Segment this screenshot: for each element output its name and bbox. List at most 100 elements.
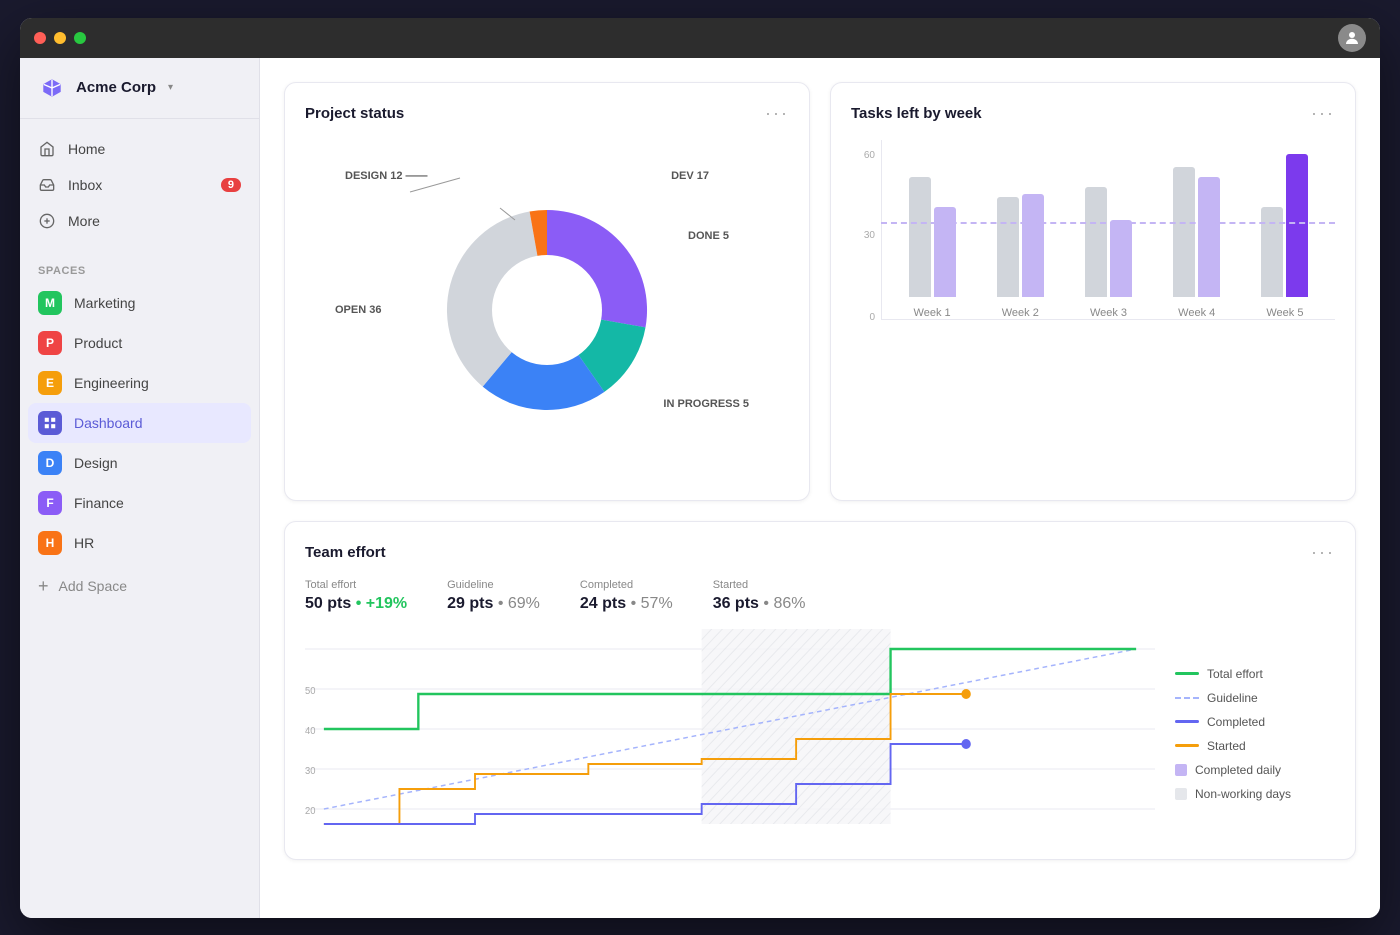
sidebar-item-marketing[interactable]: M Marketing xyxy=(20,283,259,323)
legend-completed-daily: Completed daily xyxy=(1175,763,1335,777)
legend-label-nonwork: Non-working days xyxy=(1195,787,1291,801)
engineering-label: Engineering xyxy=(74,375,149,391)
week3-label: Week 3 xyxy=(1090,307,1127,319)
bar-week3-gray xyxy=(1085,187,1107,297)
dashboard-icon xyxy=(38,411,62,435)
plus-icon: + xyxy=(38,577,49,595)
spaces-list: M Marketing P Product E Engineering Dash… xyxy=(20,283,259,563)
sidebar-logo xyxy=(38,74,66,102)
metric-pct-total: • +19% xyxy=(356,595,407,612)
chart-with-legend: 20 30 40 50 xyxy=(305,629,1335,839)
bar-group-week5: Week 5 xyxy=(1245,137,1325,319)
legend-dash-guide xyxy=(1175,697,1199,699)
sidebar-item-engineering[interactable]: E Engineering xyxy=(20,363,259,403)
metric-pct-completed: • 57% xyxy=(631,595,673,612)
bar-week2-gray xyxy=(997,197,1019,297)
sidebar-item-home[interactable]: Home xyxy=(20,131,259,167)
project-status-menu[interactable]: ··· xyxy=(765,103,789,124)
y-label-0: 0 xyxy=(851,312,875,323)
legend-line-started xyxy=(1175,744,1199,747)
sidebar-nav: Home Inbox 9 More xyxy=(20,119,259,251)
avatar[interactable] xyxy=(1338,24,1366,52)
bar-week4-purple xyxy=(1198,177,1220,297)
metric-value-guide: 29 pts • 69% xyxy=(447,595,540,613)
sidebar-item-hr[interactable]: H HR xyxy=(20,523,259,563)
metric-value-started: 36 pts • 86% xyxy=(713,595,806,613)
tasks-by-week-card: Tasks left by week ··· 60 30 0 xyxy=(830,82,1356,501)
legend-label-started: Started xyxy=(1207,739,1246,753)
sidebar-item-finance[interactable]: F Finance xyxy=(20,483,259,523)
engineering-icon: E xyxy=(38,371,62,395)
legend-swatch-daily xyxy=(1175,764,1187,776)
inbox-badge: 9 xyxy=(221,178,241,192)
app-window: Acme Corp ▾ Home Inbox 9 xyxy=(20,18,1380,918)
spaces-label: Spaces xyxy=(20,251,259,283)
design-icon: D xyxy=(38,451,62,475)
bar-week4-gray xyxy=(1173,167,1195,297)
project-status-title: Project status xyxy=(305,105,404,122)
project-status-card: Project status ··· DESIGN 12 —— DEV 17 D… xyxy=(284,82,810,501)
legend-label-completed: Completed xyxy=(1207,715,1265,729)
week5-label: Week 5 xyxy=(1266,307,1303,319)
pie-chart xyxy=(427,190,667,430)
tasks-by-week-menu[interactable]: ··· xyxy=(1311,103,1335,124)
dashboard-label: Dashboard xyxy=(74,415,143,431)
inbox-label: Inbox xyxy=(68,177,102,193)
legend-started: Started xyxy=(1175,739,1335,753)
metrics-row: Total effort 50 pts • +19% Guideline 29 … xyxy=(305,579,1335,613)
legend-label-total: Total effort xyxy=(1207,667,1263,681)
y-label-60: 60 xyxy=(851,150,875,161)
bar-group-week1: Week 1 xyxy=(892,137,972,319)
team-effort-menu[interactable]: ··· xyxy=(1311,542,1335,563)
main-layout: Acme Corp ▾ Home Inbox 9 xyxy=(20,58,1380,918)
sidebar-item-product[interactable]: P Product xyxy=(20,323,259,363)
finance-icon: F xyxy=(38,491,62,515)
hr-label: HR xyxy=(74,535,94,551)
guideline-line xyxy=(881,222,1335,224)
home-label: Home xyxy=(68,141,105,157)
metric-guideline: Guideline 29 pts • 69% xyxy=(447,579,540,613)
sidebar-item-dashboard[interactable]: Dashboard xyxy=(28,403,251,443)
sidebar-item-design[interactable]: D Design xyxy=(20,443,259,483)
team-effort-title: Team effort xyxy=(305,544,386,561)
legend-area: Total effort Guideline Completed St xyxy=(1175,629,1335,839)
sidebar-item-more[interactable]: More xyxy=(20,203,259,239)
close-button[interactable] xyxy=(34,32,46,44)
svg-text:50: 50 xyxy=(305,685,316,696)
bar-week5-purple xyxy=(1286,154,1308,297)
legend-guideline: Guideline xyxy=(1175,691,1335,705)
metric-total-effort: Total effort 50 pts • +19% xyxy=(305,579,407,613)
metric-label-completed: Completed xyxy=(580,579,673,591)
pie-label-inprogress: IN PROGRESS 5 xyxy=(663,398,749,410)
bar-week2-purple xyxy=(1022,194,1044,297)
sidebar-item-inbox[interactable]: Inbox 9 xyxy=(20,167,259,203)
add-space-button[interactable]: + Add Space xyxy=(20,567,259,605)
legend-label-daily: Completed daily xyxy=(1195,763,1281,777)
metric-pct-guide: • 69% xyxy=(498,595,540,612)
week2-label: Week 2 xyxy=(1002,307,1039,319)
metric-started: Started 36 pts • 86% xyxy=(713,579,806,613)
minimize-button[interactable] xyxy=(54,32,66,44)
product-label: Product xyxy=(74,335,122,351)
project-status-header: Project status ··· xyxy=(305,103,789,124)
metric-label-guide: Guideline xyxy=(447,579,540,591)
pie-label-open: OPEN 36 xyxy=(335,304,381,316)
legend-label-guide: Guideline xyxy=(1207,691,1258,705)
chevron-down-icon: ▾ xyxy=(168,82,173,93)
line-chart-svg: 20 30 40 50 xyxy=(305,629,1155,839)
legend-total-effort: Total effort xyxy=(1175,667,1335,681)
titlebar xyxy=(20,18,1380,58)
design-label: Design xyxy=(74,455,118,471)
week1-label: Week 1 xyxy=(914,307,951,319)
team-effort-card: Team effort ··· Total effort 50 pts • +1… xyxy=(284,521,1356,860)
bar-week3-purple xyxy=(1110,220,1132,297)
bars-container: Week 1 Week 2 xyxy=(881,140,1335,320)
product-icon: P xyxy=(38,331,62,355)
metric-label-started: Started xyxy=(713,579,806,591)
sidebar-header[interactable]: Acme Corp ▾ xyxy=(20,58,259,119)
main-content: Project status ··· DESIGN 12 —— DEV 17 D… xyxy=(260,58,1380,918)
maximize-button[interactable] xyxy=(74,32,86,44)
bar-group-week2: Week 2 xyxy=(980,137,1060,319)
tasks-by-week-title: Tasks left by week xyxy=(851,105,982,122)
sidebar: Acme Corp ▾ Home Inbox 9 xyxy=(20,58,260,918)
